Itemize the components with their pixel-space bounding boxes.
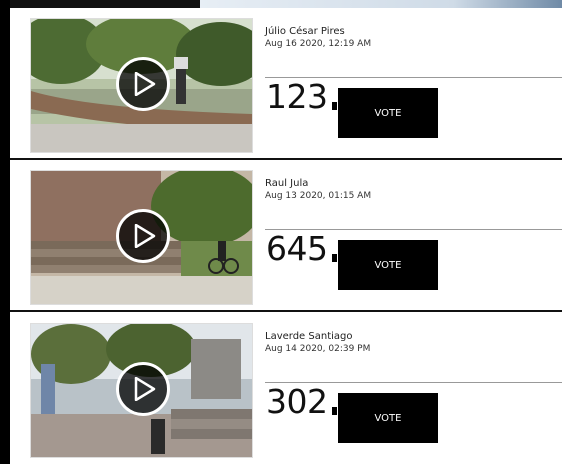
- video-thumbnail[interactable]: [30, 170, 253, 305]
- play-button[interactable]: [116, 209, 170, 263]
- top-bar-light: [200, 0, 562, 8]
- vote-count: 645: [266, 229, 328, 268]
- video-thumbnail[interactable]: [30, 18, 253, 153]
- top-bar: [10, 0, 562, 8]
- video-author: Júlio César Pires: [265, 26, 345, 37]
- video-card: Raul Jula Aug 13 2020, 01:15 AM 645 VOTE: [10, 160, 562, 312]
- video-author: Raul Jula: [265, 178, 309, 189]
- video-date: Aug 16 2020, 12:19 AM: [265, 39, 372, 49]
- vote-button[interactable]: VOTE: [338, 88, 438, 138]
- play-button[interactable]: [116, 362, 170, 416]
- vote-count: 123: [266, 77, 328, 116]
- play-icon: [134, 72, 156, 96]
- vote-count: 302: [266, 382, 328, 421]
- play-button[interactable]: [116, 57, 170, 111]
- video-vote-list: Júlio César Pires Aug 16 2020, 12:19 AM …: [10, 0, 562, 464]
- play-icon: [134, 224, 156, 248]
- vote-count-marker: [332, 102, 337, 110]
- card-divider: [10, 310, 562, 312]
- vote-count-marker: [332, 254, 337, 262]
- play-icon: [134, 377, 156, 401]
- video-card: Júlio César Pires Aug 16 2020, 12:19 AM …: [10, 8, 562, 160]
- vote-button[interactable]: VOTE: [338, 240, 438, 290]
- video-thumbnail[interactable]: [30, 323, 253, 458]
- video-date: Aug 13 2020, 01:15 AM: [265, 191, 372, 201]
- top-bar-dark: [10, 0, 200, 8]
- vote-button[interactable]: VOTE: [338, 393, 438, 443]
- video-card: Laverde Santiago Aug 14 2020, 02:39 PM 3…: [10, 313, 562, 464]
- video-author: Laverde Santiago: [265, 331, 353, 342]
- video-date: Aug 14 2020, 02:39 PM: [265, 344, 371, 354]
- vote-count-marker: [332, 407, 337, 415]
